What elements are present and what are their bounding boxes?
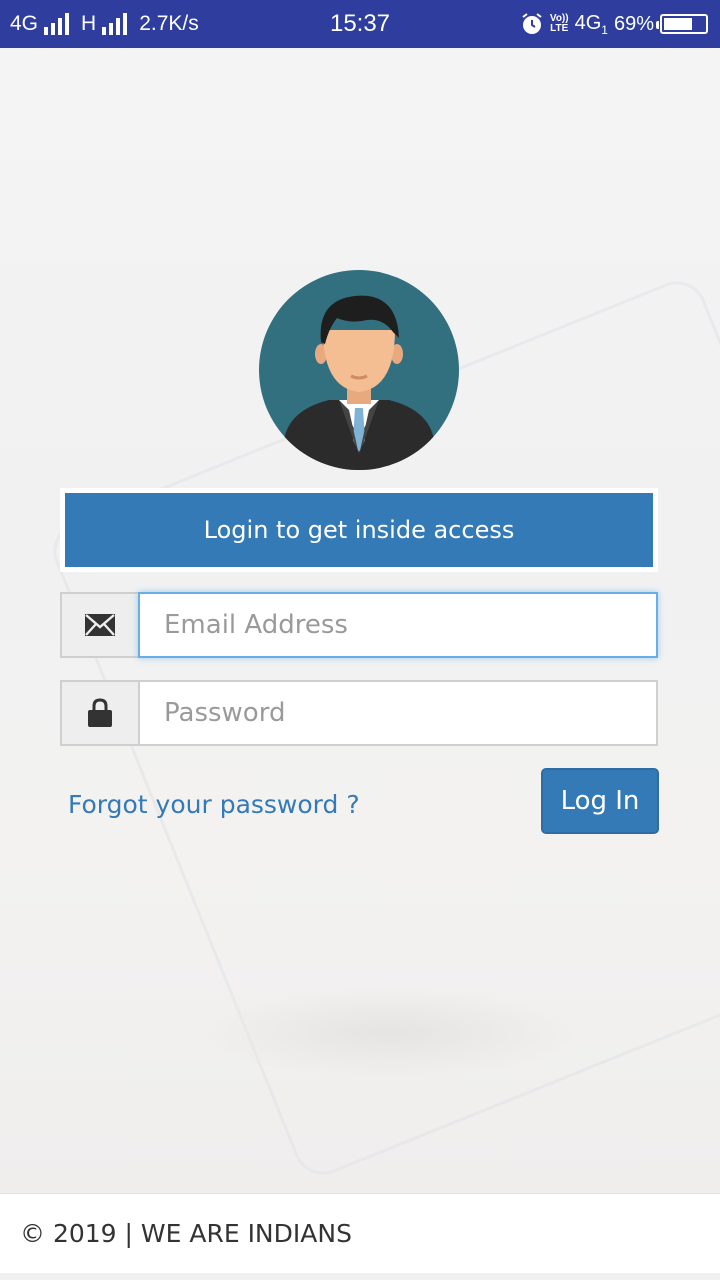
login-button[interactable]: Log In xyxy=(541,768,659,834)
password-placeholder: Password xyxy=(164,698,286,728)
banner-title: Login to get inside access xyxy=(65,493,653,567)
email-input[interactable]: Email Address xyxy=(138,592,658,658)
footer-copyright: © 2019 | WE ARE INDIANS xyxy=(20,1219,352,1248)
footer: © 2019 | WE ARE INDIANS xyxy=(0,1193,720,1273)
password-addon xyxy=(60,680,138,746)
lock-icon xyxy=(88,698,112,727)
email-placeholder: Email Address xyxy=(164,610,348,640)
alarm-icon xyxy=(522,13,542,34)
status-bar: 4G H 2.7K/s 15:37 Vo)) LTE 4G1 69% xyxy=(0,0,720,48)
forgot-password-link[interactable]: Forgot your password ? xyxy=(68,790,360,819)
status-right: Vo)) LTE 4G1 69% xyxy=(520,0,708,48)
email-addon xyxy=(60,592,138,658)
network-type-3: 4G1 xyxy=(574,11,608,37)
envelope-icon xyxy=(85,614,115,636)
password-field-group: Password xyxy=(60,680,658,746)
login-banner: Login to get inside access xyxy=(60,488,658,572)
battery-icon xyxy=(656,14,708,34)
password-input[interactable]: Password xyxy=(138,680,658,746)
volte-indicator: Vo)) LTE xyxy=(549,13,569,34)
email-field-group: Email Address xyxy=(60,592,658,658)
battery-percent: 69% xyxy=(613,12,654,35)
user-avatar-icon xyxy=(259,270,459,470)
